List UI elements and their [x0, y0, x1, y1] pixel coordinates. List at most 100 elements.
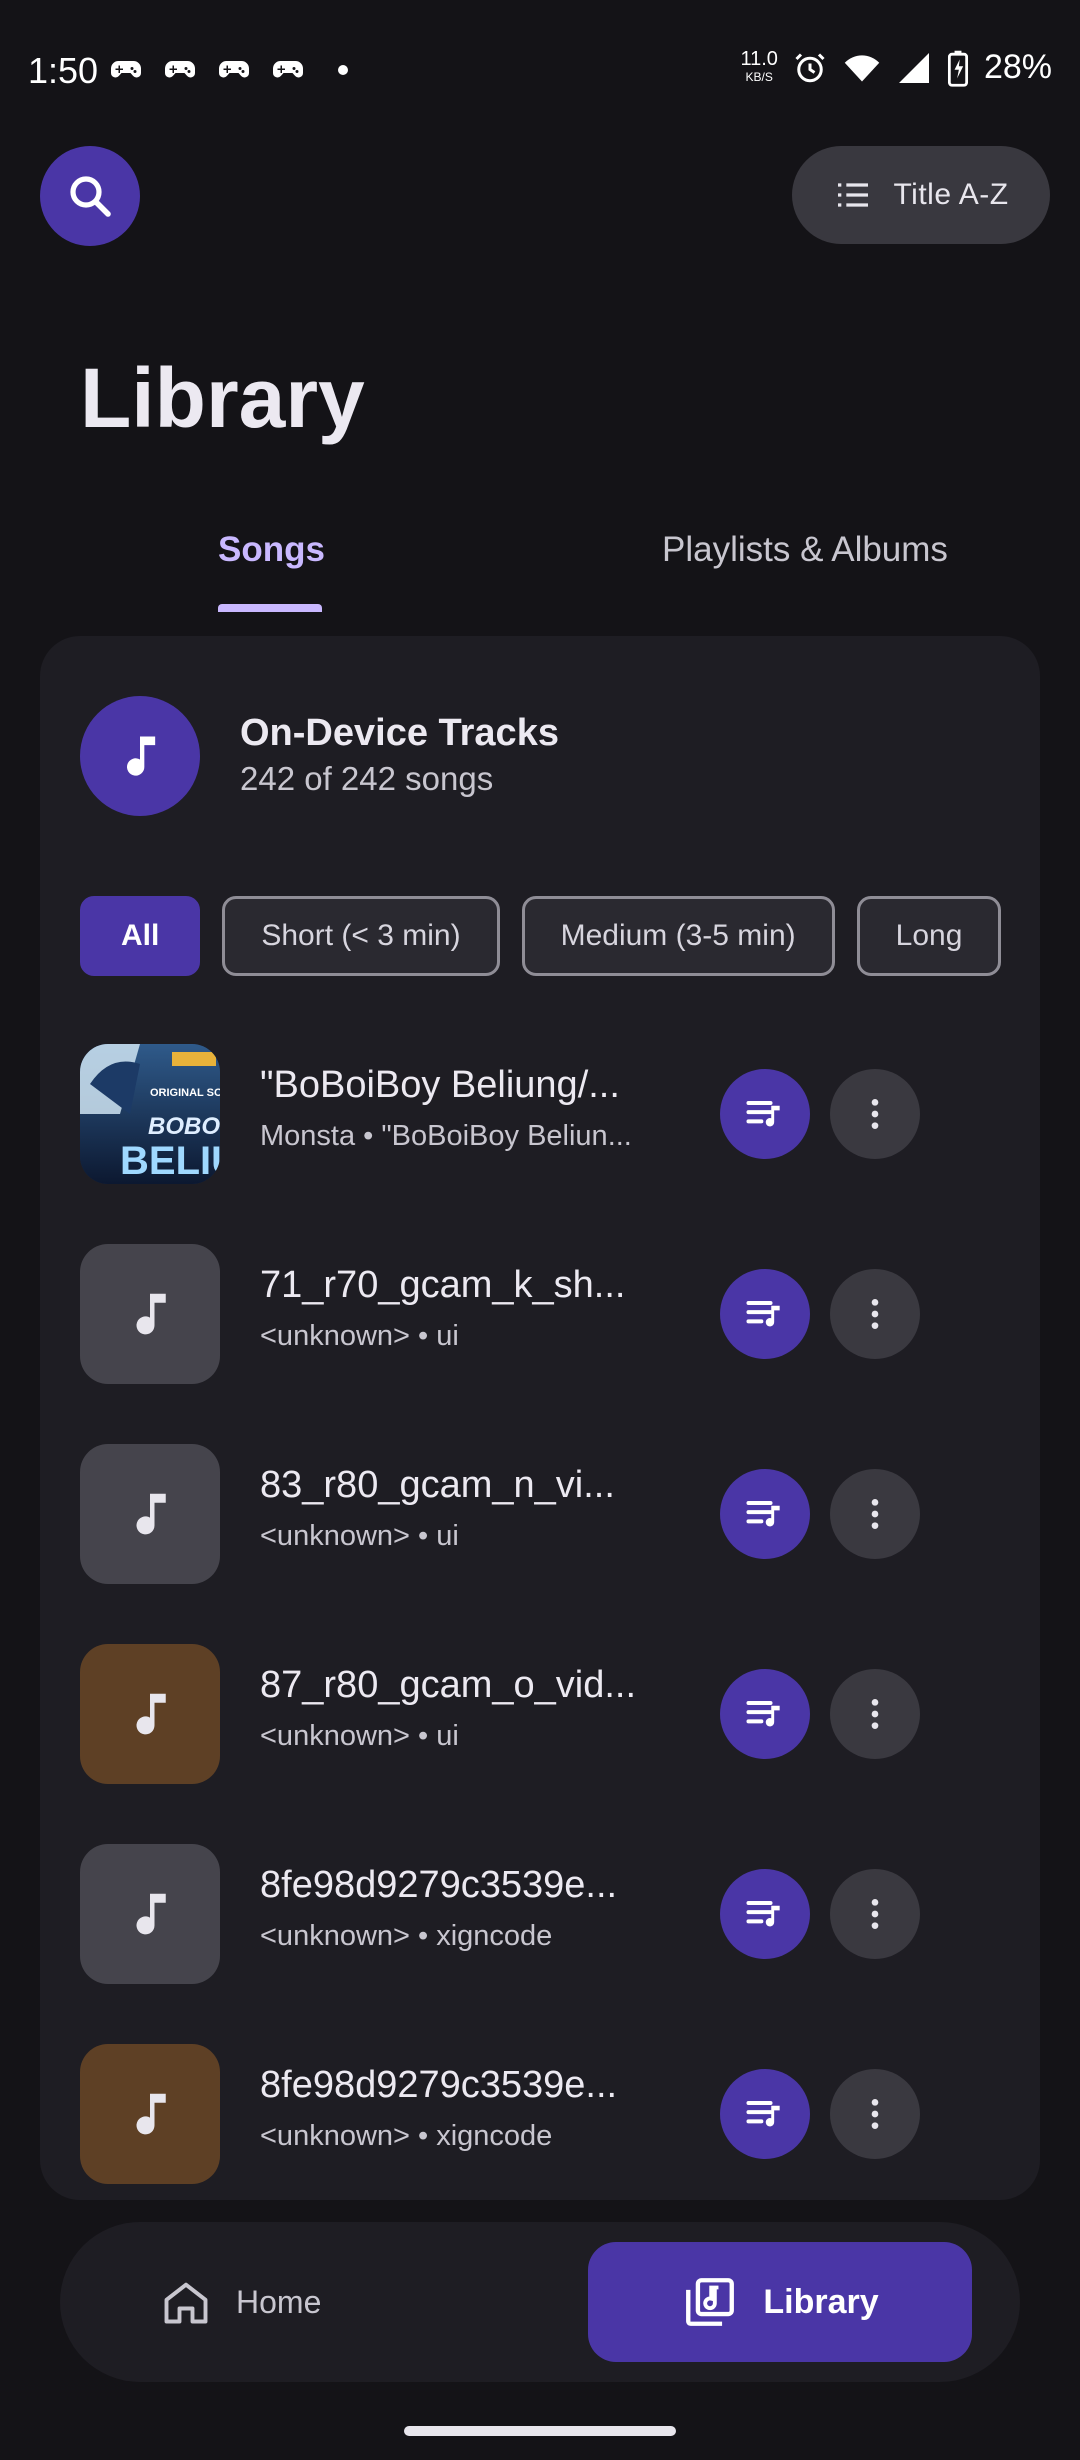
song-title: 87_r80_gcam_o_vid... [260, 1664, 637, 1706]
music-note-icon [127, 736, 156, 776]
nav-library[interactable]: Library [588, 2242, 972, 2362]
add-to-queue-button[interactable] [720, 2069, 810, 2159]
song-artwork [80, 1444, 220, 1584]
game-controller-icon [273, 61, 303, 78]
song-artwork [80, 1644, 220, 1784]
song-title: 71_r70_gcam_k_sh... [260, 1264, 626, 1306]
more-vert-icon [871, 2099, 879, 2129]
song-artwork [80, 2044, 220, 2184]
status-bar: 1:50 11.0 KB/S 28% [0, 0, 1080, 140]
song-more-options-button[interactable] [830, 1669, 920, 1759]
song-artist-album: <unknown> • ui [260, 1520, 459, 1552]
add-to-queue-icon [746, 1900, 780, 1927]
notification-icons [108, 52, 348, 88]
filter-chip-long[interactable]: Long [856, 896, 1002, 976]
song-artist-album: <unknown> • ui [260, 1720, 459, 1752]
game-controller-icon [111, 61, 141, 78]
add-to-queue-button[interactable] [720, 1069, 810, 1159]
tracks-card-count: 242 of 242 songs [240, 760, 494, 797]
song-artist-album: Monsta • "BoBoiBoy Beliun... [260, 1120, 632, 1152]
filter-chip-medium[interactable]: Medium (3-5 min) [521, 896, 835, 976]
bottom-navigation: Home Library [60, 2222, 1020, 2382]
song-artist-album: <unknown> • xigncode [260, 1920, 553, 1952]
add-to-queue-button[interactable] [720, 1669, 810, 1759]
song-title: 8fe98d9279c3539e... [260, 2064, 618, 2106]
filter-chip-all[interactable]: All [80, 896, 201, 976]
music-note-icon [136, 1893, 166, 1935]
song-more-options-button[interactable] [830, 2069, 920, 2159]
music-note-icon [136, 1493, 166, 1535]
song-title: "BoBoiBoy Beliung/... [260, 1064, 620, 1106]
more-vert-icon [871, 1499, 879, 1529]
more-vert-icon [871, 1299, 879, 1329]
tracks-card-title: On-Device Tracks [240, 712, 559, 754]
song-more-options-button[interactable] [830, 1869, 920, 1959]
song-row[interactable]: 83_r80_gcam_n_vi... <unknown> • ui [80, 1444, 960, 1584]
tab-songs[interactable]: Songs [218, 530, 325, 570]
music-note-icon [136, 2093, 166, 2135]
wifi-icon [844, 54, 880, 81]
song-title: 83_r80_gcam_n_vi... [260, 1464, 615, 1506]
add-to-queue-button[interactable] [720, 1269, 810, 1359]
add-to-queue-icon [746, 2100, 780, 2127]
music-note-icon [136, 1693, 166, 1735]
network-speed: 11.0 KB/S [740, 47, 778, 86]
song-row[interactable]: ORIGINAL SOUND BOBOIBBELIU "BoBoiBoy Beliu… [80, 1044, 960, 1184]
add-to-queue-icon [746, 1500, 780, 1527]
song-artist-album: <unknown> • xigncode [260, 2120, 553, 2152]
battery-charging-icon [947, 50, 968, 87]
battery-percent: 28% [983, 48, 1052, 86]
game-controller-icon [219, 61, 249, 78]
more-vert-icon [871, 1099, 879, 1129]
album-cover-line3: BELIU [120, 1139, 220, 1183]
sort-list-icon [838, 183, 869, 207]
add-to-queue-icon [746, 1100, 780, 1127]
more-vert-icon [871, 1899, 879, 1929]
add-to-queue-icon [746, 1300, 780, 1327]
network-speed-unit: KB/S [745, 69, 773, 84]
song-artwork: ORIGINAL SOUND BOBOIBBELIU [80, 1044, 220, 1184]
nav-library-label: Library [763, 2282, 879, 2321]
add-to-queue-button[interactable] [720, 1869, 810, 1959]
gesture-home-indicator[interactable] [404, 2426, 676, 2436]
nav-home-label: Home [236, 2283, 322, 2320]
duration-filter-chips: All Short (< 3 min) Medium (3-5 min) Lon… [80, 896, 1002, 976]
add-to-queue-icon [746, 1700, 780, 1727]
sort-label: Title A-Z [893, 178, 1009, 211]
song-more-options-button[interactable] [830, 1069, 920, 1159]
song-row[interactable]: 8fe98d9279c3539e... <unknown> • xigncode [80, 2044, 960, 2184]
song-artwork [80, 1244, 220, 1384]
song-artwork [80, 1844, 220, 1984]
more-notifications-dot [338, 65, 348, 75]
nav-home[interactable]: Home [160, 2262, 321, 2342]
system-icons: 11.0 KB/S 28% [740, 48, 1052, 87]
alarm-icon [795, 52, 825, 82]
search-button[interactable] [40, 146, 140, 246]
network-speed-value: 11.0 [740, 47, 778, 70]
album-cover-image: ORIGINAL SOUND BOBOIBBELIU [80, 1044, 220, 1184]
status-time: 1:50 [28, 50, 99, 91]
song-artist-album: <unknown> • ui [260, 1320, 459, 1352]
home-icon [164, 2282, 208, 2324]
game-controller-icon [165, 61, 195, 78]
tracks-card-icon [80, 696, 200, 816]
add-to-queue-button[interactable] [720, 1469, 810, 1559]
tab-playlists-albums[interactable]: Playlists & Albums [662, 530, 948, 570]
tab-indicator [218, 604, 322, 612]
song-row[interactable]: 71_r70_gcam_k_sh... <unknown> • ui [80, 1244, 960, 1384]
filter-chip-short[interactable]: Short (< 3 min) [222, 896, 500, 976]
song-row[interactable]: 8fe98d9279c3539e... <unknown> • xigncode [80, 1844, 960, 1984]
music-note-icon [136, 1293, 166, 1335]
album-cover-line1: ORIGINAL SOUND [150, 1087, 220, 1099]
more-vert-icon [871, 1699, 879, 1729]
song-more-options-button[interactable] [830, 1469, 920, 1559]
search-icon [70, 176, 111, 217]
library-music-icon [686, 2278, 735, 2326]
album-cover-line2: BOBOIB [148, 1113, 220, 1140]
sort-button[interactable]: Title A-Z [792, 146, 1050, 244]
page-title: Library [80, 351, 365, 445]
song-row[interactable]: 87_r80_gcam_o_vid... <unknown> • ui [80, 1644, 960, 1784]
signal-icon [898, 52, 929, 83]
song-title: 8fe98d9279c3539e... [260, 1864, 618, 1906]
song-more-options-button[interactable] [830, 1269, 920, 1359]
